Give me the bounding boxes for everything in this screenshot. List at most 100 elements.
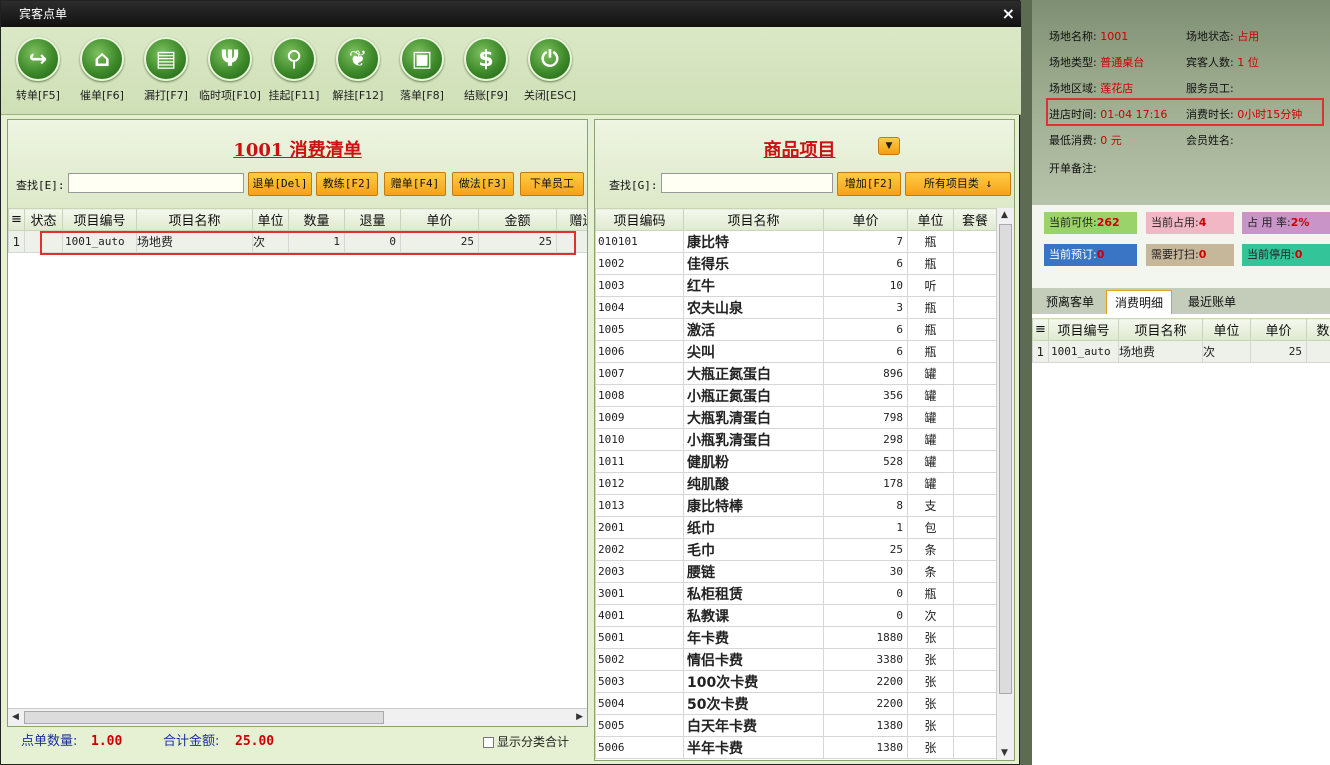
close-icon[interactable]: ×	[1002, 1, 1015, 27]
product-code: 1003	[595, 274, 684, 297]
coach-button[interactable]: 教练[F2]	[316, 172, 378, 196]
table-row[interactable]: 5002 情侣卡费 3380 张	[595, 648, 996, 671]
gift-button[interactable]: 赠单[F4]	[384, 172, 446, 196]
hold-button[interactable]: ⚲ 挂起[F11]	[262, 37, 326, 103]
product-price: 798	[823, 406, 908, 429]
tab-consumption-detail[interactable]: 消费明细	[1106, 290, 1173, 314]
table-row[interactable]: 1 1001_auto 场地费 次 25	[1032, 340, 1330, 363]
products-panel: 商品项目 ▼ 查找[G]: 增加[F2] 所有项目类 ↓ 项目编码 项目名称 单…	[594, 119, 1015, 761]
rush-order-button[interactable]: ⌂ 催单[F6]	[70, 37, 134, 103]
order-search-input[interactable]	[68, 173, 244, 193]
product-price: 10	[823, 274, 908, 297]
table-row[interactable]: 1005 激活 6 瓶	[595, 318, 996, 341]
product-package	[953, 252, 996, 275]
table-row[interactable]: 5001 年卡费 1880 张	[595, 626, 996, 649]
staff-button[interactable]: 下单员工	[520, 172, 584, 196]
scroll-left-icon[interactable]: ◀	[12, 712, 19, 722]
close-button[interactable]: ⏻ 关闭[ESC]	[518, 37, 582, 103]
stat-reserved[interactable]: 当前预订:0	[1044, 244, 1137, 266]
product-price: 7	[823, 230, 908, 253]
vertical-scrollbar[interactable]: ▲ ▼	[996, 208, 1014, 760]
scroll-down-icon[interactable]: ▼	[1001, 748, 1008, 758]
product-package	[953, 362, 996, 385]
product-code: 2001	[595, 516, 684, 539]
scroll-up-icon[interactable]: ▲	[1001, 210, 1008, 220]
unhold-button[interactable]: ❦ 解挂[F12]	[326, 37, 390, 103]
scroll-right-icon[interactable]: ▶	[576, 712, 583, 722]
add-item-button[interactable]: 增加[F2]	[837, 172, 901, 196]
venue-type: 普通桌台	[1100, 56, 1145, 69]
hold-label: 挂起[F11]	[268, 89, 320, 102]
checkbox-icon[interactable]	[483, 737, 494, 748]
table-row[interactable]: 1013 康比特棒 8 支	[595, 494, 996, 517]
table-row[interactable]: 3001 私柜租赁 0 瓶	[595, 582, 996, 605]
category-select[interactable]: 所有项目类 ↓	[905, 172, 1011, 196]
reprint-button[interactable]: ▤ 漏打[F7]	[134, 37, 198, 103]
table-row[interactable]: 1 1001_auto 场地费 次 1 0 25 25	[8, 230, 587, 253]
table-row[interactable]: 1009 大瓶乳清蛋白 798 罐	[595, 406, 996, 429]
table-row[interactable]: 2002 毛巾 25 条	[595, 538, 996, 561]
product-search-input[interactable]	[661, 173, 833, 193]
submit-order-button[interactable]: ▣ 落单[F8]	[390, 37, 454, 103]
product-name: 情侣卡费	[683, 648, 824, 671]
row-qty[interactable]: 1	[288, 230, 345, 253]
table-row[interactable]: 1003 红牛 10 听	[595, 274, 996, 297]
table-row[interactable]: 1007 大瓶正氮蛋白 896 罐	[595, 362, 996, 385]
transfer-order-button[interactable]: ↪ 转单[F5]	[6, 37, 70, 103]
product-name: 农夫山泉	[683, 296, 824, 319]
table-row[interactable]: 2001 纸巾 1 包	[595, 516, 996, 539]
table-row[interactable]: 5004 50次卡费 2200 张	[595, 692, 996, 715]
table-row[interactable]: 5006 半年卡费 1380 张	[595, 736, 996, 759]
stat-available[interactable]: 当前可供:262	[1044, 212, 1137, 234]
col-name: 项目名称	[136, 208, 253, 231]
tab-recent-bills[interactable]: 最近账单	[1180, 290, 1244, 314]
temp-item-button[interactable]: Ψ 临时项[F10]	[198, 37, 262, 103]
product-code: 4001	[595, 604, 684, 627]
table-row[interactable]: 1006 尖叫 6 瓶	[595, 340, 996, 363]
product-code: 1007	[595, 362, 684, 385]
product-price: 896	[823, 362, 908, 385]
product-unit: 罐	[907, 472, 954, 495]
note-label: 开单备注:	[1049, 162, 1097, 175]
side-row-price: 25	[1250, 340, 1307, 363]
stat-disabled[interactable]: 当前停用:0	[1242, 244, 1330, 266]
table-row[interactable]: 1011 健肌粉 528 罐	[595, 450, 996, 473]
tab-pre-leave[interactable]: 预离客单	[1038, 290, 1102, 314]
table-row[interactable]: 1012 纯肌酸 178 罐	[595, 472, 996, 495]
area-value: 莲花店	[1100, 82, 1134, 95]
col-product-name: 项目名称	[683, 208, 824, 231]
table-row[interactable]: 1002 佳得乐 6 瓶	[595, 252, 996, 275]
member-label: 会员姓名:	[1186, 134, 1234, 147]
product-unit: 张	[907, 670, 954, 693]
refund-button[interactable]: 退单[Del]	[248, 172, 312, 196]
table-row[interactable]: 5003 100次卡费 2200 张	[595, 670, 996, 693]
side-column-menu-icon[interactable]: ≡	[1032, 318, 1049, 341]
stat-occupied[interactable]: 当前占用:4	[1146, 212, 1234, 234]
table-row[interactable]: 2003 腰链 30 条	[595, 560, 996, 583]
product-package	[953, 340, 996, 363]
chevron-down-icon[interactable]: ▼	[878, 137, 900, 155]
table-row[interactable]: 1004 农夫山泉 3 瓶	[595, 296, 996, 319]
horizontal-scrollbar[interactable]: ◀ ▶	[8, 708, 587, 726]
table-row[interactable]: 1010 小瓶乳清蛋白 298 罐	[595, 428, 996, 451]
column-menu-icon[interactable]: ≡	[8, 208, 25, 231]
stat-available-label: 当前可供:	[1049, 216, 1097, 229]
table-row[interactable]: 4001 私教课 0 次	[595, 604, 996, 627]
product-price: 178	[823, 472, 908, 495]
stat-available-value: 262	[1096, 216, 1120, 229]
product-price: 1380	[823, 736, 908, 759]
arrow-icon: ↪	[16, 37, 60, 81]
side-row-qty	[1306, 340, 1330, 363]
stat-rate[interactable]: 占 用 率:2%	[1242, 212, 1330, 234]
category-total-checkbox[interactable]: 显示分类合计	[483, 728, 569, 756]
search-label: 查找[E]:	[16, 179, 65, 192]
stat-clean[interactable]: 需要打扫:0	[1146, 244, 1234, 266]
scroll-thumb[interactable]	[24, 711, 384, 724]
table-row[interactable]: 1008 小瓶正氮蛋白 356 罐	[595, 384, 996, 407]
table-row[interactable]: 5005 白天年卡费 1380 张	[595, 714, 996, 737]
method-button[interactable]: 做法[F3]	[452, 172, 514, 196]
product-code: 1009	[595, 406, 684, 429]
scroll-thumb-v[interactable]	[999, 224, 1012, 694]
checkout-button[interactable]: $ 结账[F9]	[454, 37, 518, 103]
table-row[interactable]: 010101 康比特 7 瓶	[595, 230, 996, 253]
